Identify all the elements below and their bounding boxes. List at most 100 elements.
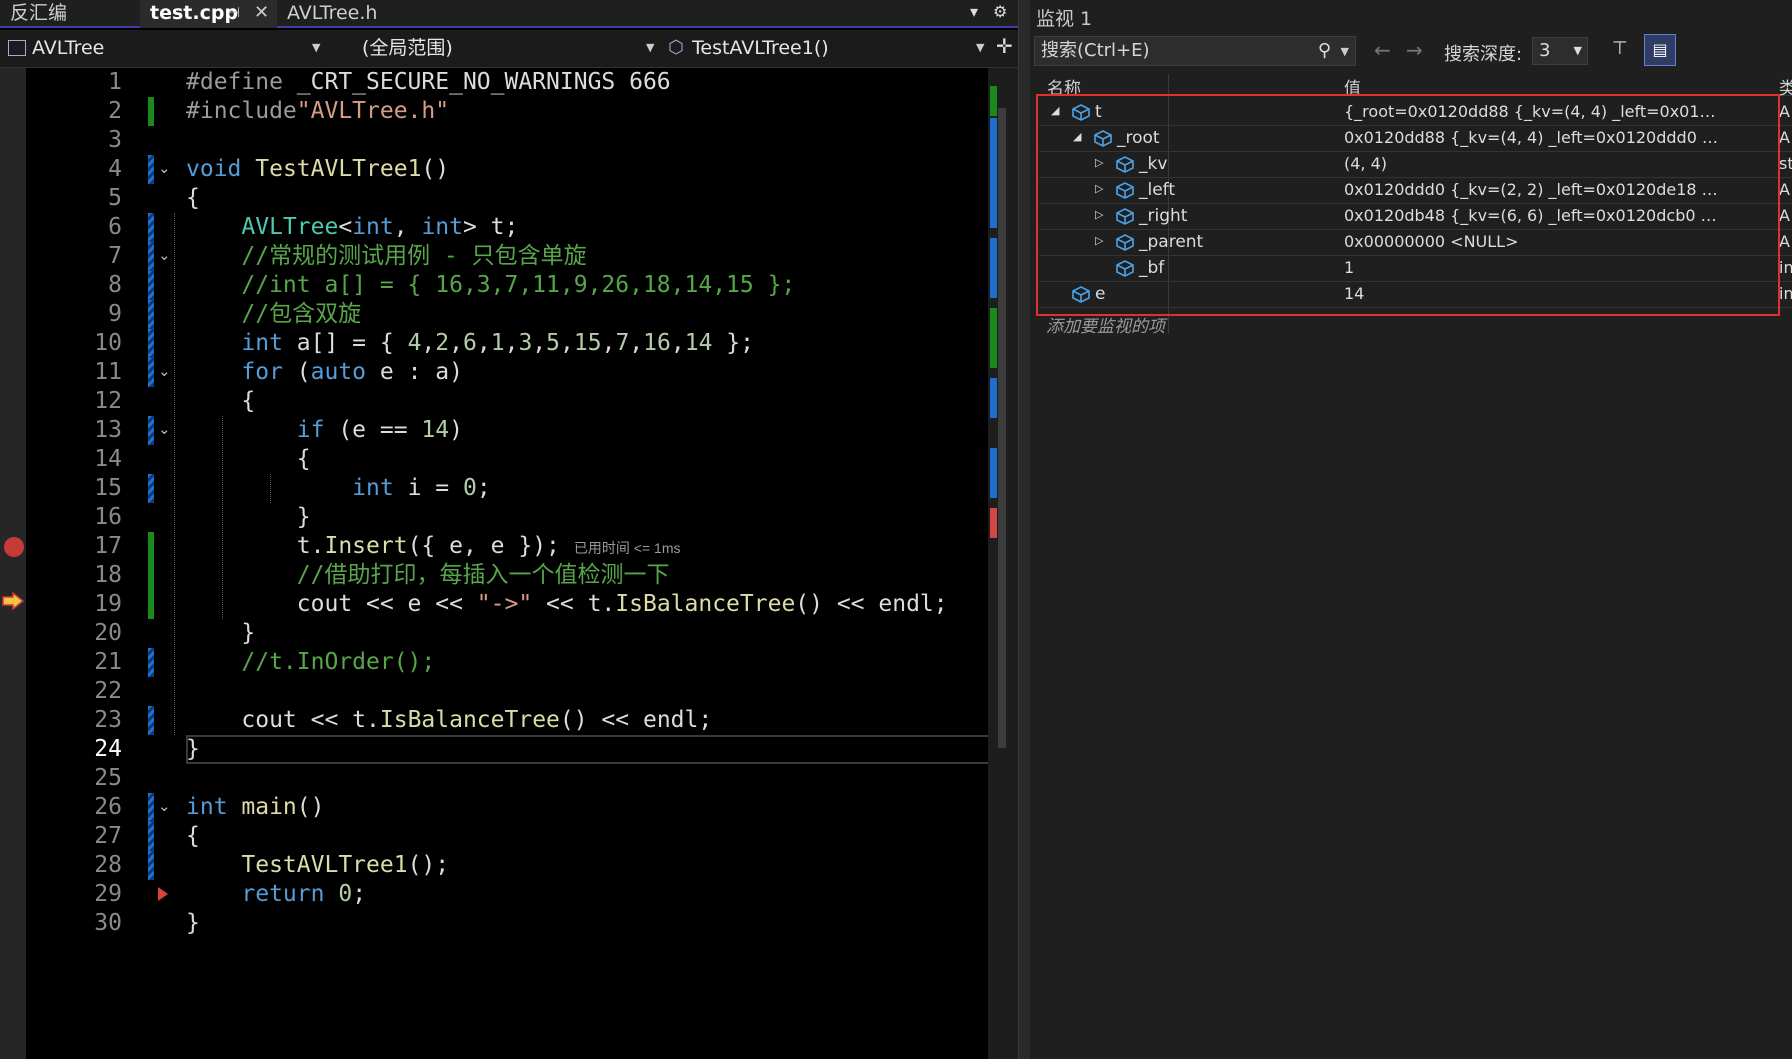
close-icon[interactable]: ✕ [254, 0, 269, 26]
pane-splitter[interactable] [1018, 0, 1030, 1059]
code-line[interactable]: 26 ⌄ int main() [26, 793, 988, 822]
search-depth-dropdown[interactable]: 3 ▼ [1532, 37, 1588, 65]
code-line[interactable]: 8 //int a[] = { 16,3,7,11,9,26,18,14,15 … [26, 271, 988, 300]
line-number: 9 [108, 301, 122, 327]
project-dropdown[interactable]: AVLTree ▼ [32, 35, 322, 61]
line-number: 27 [94, 823, 122, 849]
collapse-chevron-icon[interactable]: ⌄ [158, 246, 171, 264]
code-line[interactable]: 4 ⌄ void TestAVLTree1() [26, 155, 988, 184]
code-line[interactable]: 1 #define _CRT_SECURE_NO_WARNINGS 666 [26, 68, 988, 97]
code-line[interactable]: 6 AVLTree<int, int> t; [26, 213, 988, 242]
code-token: 0 [462, 475, 477, 501]
code-line[interactable]: 20 } [26, 619, 988, 648]
line-number: 20 [94, 620, 122, 646]
code-line[interactable]: 13 ⌄ if (e == 14) [26, 416, 988, 445]
code-token: , [560, 330, 574, 356]
member-dropdown[interactable]: TestAVLTree1() ▼ [692, 35, 988, 61]
column-header-type[interactable]: 类 [1779, 74, 1792, 99]
code-line[interactable]: 29 return 0; [26, 880, 988, 909]
code-line[interactable]: 23 cout << t.IsBalanceTree() << endl; [26, 706, 988, 735]
tab-test-cpp[interactable]: test.cpp ⊣ ✕ [140, 0, 277, 28]
code-token: int [352, 214, 394, 240]
code-line[interactable]: 25 [26, 764, 988, 793]
search-next-icon[interactable]: → [1406, 38, 1423, 62]
add-watch-item[interactable]: 添加要监视的项 [1046, 312, 1165, 337]
pin-icon[interactable]: ⊤ [1612, 38, 1628, 59]
code-line[interactable]: 3 [26, 126, 988, 155]
watch-type: A [1779, 232, 1790, 251]
search-input[interactable]: 搜索(Ctrl+E) ⚲ ▼ [1034, 36, 1356, 66]
search-previous-icon[interactable]: ← [1374, 38, 1391, 62]
code-text: } [186, 619, 255, 648]
code-token: 4 [407, 330, 422, 356]
code-text: { [186, 445, 311, 474]
code-token: cout << e << [186, 591, 477, 617]
gear-icon[interactable]: ⚙ [993, 2, 1007, 21]
indent-guide [222, 416, 223, 619]
code-line[interactable]: 2 #include"AVLTree.h" [26, 97, 988, 126]
code-line[interactable]: 14 { [26, 445, 988, 474]
code-token: }; [712, 330, 754, 356]
view-mode-icon[interactable]: ▤ [1644, 34, 1676, 66]
code-line[interactable]: 30} [26, 909, 988, 938]
code-line[interactable]: 24} [26, 735, 990, 764]
collapse-chevron-icon[interactable]: ⌄ [158, 420, 171, 438]
code-editor-pane: 反汇编 test.cpp ⊣ ✕ AVLTree.h ▾ ⚙ AVLTree ▼… [0, 0, 1018, 1059]
collapse-chevron-icon[interactable]: ⌄ [158, 159, 171, 177]
search-icon[interactable]: ⚲ [1318, 37, 1331, 65]
tab-disassembly[interactable]: 反汇编 [0, 0, 140, 28]
code-token: 1 [490, 330, 505, 356]
vertical-scrollbar[interactable] [988, 68, 1018, 1059]
code-line[interactable]: 28 TestAVLTree1(); [26, 851, 988, 880]
line-number: 6 [108, 214, 122, 240]
watch-toolbar: 搜索(Ctrl+E) ⚲ ▼ ← → 搜索深度: 3 ▼ ⊤ ▤ [1030, 34, 1792, 70]
code-line[interactable]: 17 t.Insert({ e, e }); 已用时间 <= 1ms [26, 532, 988, 561]
collapse-chevron-icon[interactable]: ⌄ [158, 362, 171, 380]
code-line[interactable]: 27 { [26, 822, 988, 851]
change-marker [148, 474, 154, 503]
scope-dropdown[interactable]: (全局范围) ▼ [362, 35, 656, 61]
code-line[interactable]: 7 ⌄ //常规的测试用例 - 只包含单旋 [26, 242, 988, 271]
line-number: 26 [94, 794, 122, 820]
code-line[interactable]: 22 [26, 677, 988, 706]
code-line[interactable]: 5{ [26, 184, 988, 213]
change-marker [148, 416, 154, 445]
tab-overflow-icon[interactable]: ▾ [970, 2, 978, 21]
code-line[interactable]: 19 cout << e << "->" << t.IsBalanceTree(… [26, 590, 988, 619]
code-token: } [186, 910, 200, 936]
pin-icon[interactable]: ⊣ [228, 0, 240, 26]
code-text: //常规的测试用例 - 只包含单旋 [186, 242, 586, 271]
breakpoint-gutter[interactable] [0, 68, 26, 1059]
code-line[interactable]: 12 { [26, 387, 988, 416]
code-line[interactable]: 16 } [26, 503, 988, 532]
split-icon[interactable]: ✛ [996, 34, 1013, 58]
chevron-down-icon[interactable]: ▼ [1341, 38, 1349, 66]
code-line[interactable]: 21 //t.InOrder(); [26, 648, 988, 677]
tab-label: 反汇编 [10, 2, 68, 24]
code-line[interactable]: 11 ⌄ for (auto e : a) [26, 358, 988, 387]
code-line[interactable]: 15 int i = 0; [26, 474, 988, 503]
code-area[interactable]: 1 #define _CRT_SECURE_NO_WARNINGS 666 2 #in… [26, 68, 990, 1059]
line-number: 14 [94, 446, 122, 472]
code-token: if [296, 417, 339, 443]
code-token: t. [186, 533, 325, 559]
watch-type: A [1779, 206, 1790, 225]
scrollbar-thumb[interactable] [998, 108, 1006, 748]
code-line[interactable]: 10 int a[] = { 4,2,6,1,3,5,15,7,16,14 }; [26, 329, 988, 358]
perf-tip[interactable]: 已用时间 <= 1ms [574, 540, 681, 556]
code-line[interactable]: 9 //包含双旋 [26, 300, 988, 329]
breakpoint-icon[interactable] [4, 537, 24, 557]
tab-label: AVLTree.h [287, 2, 378, 24]
code-token: IsBalanceTree [379, 707, 560, 733]
tab-avltree-h[interactable]: AVLTree.h [277, 0, 437, 28]
collapse-chevron-icon[interactable]: ⌄ [158, 797, 171, 815]
code-line[interactable]: 18 //借助打印，每插入一个值检测一下 [26, 561, 988, 590]
line-number: 11 [94, 359, 122, 385]
code-token: cout << t. [186, 707, 380, 733]
code-token: , [601, 330, 616, 356]
code-token: (e == [338, 417, 422, 443]
